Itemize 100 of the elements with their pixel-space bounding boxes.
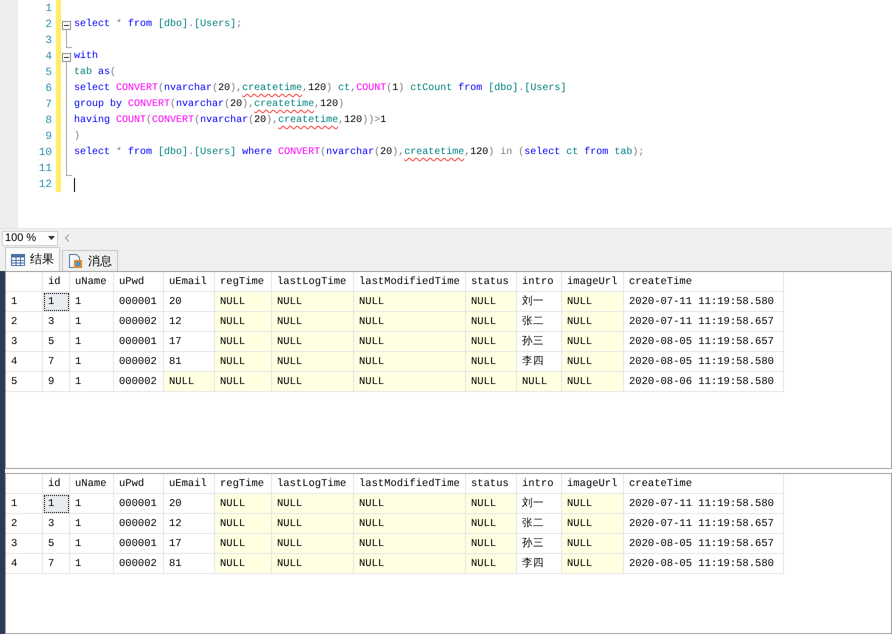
table-cell: NULL bbox=[272, 352, 354, 372]
line-number: 9 bbox=[44, 130, 52, 145]
table-cell: NULL bbox=[215, 514, 272, 534]
table-cell: NULL bbox=[517, 372, 562, 392]
zoom-dropdown[interactable]: 100 % bbox=[2, 230, 58, 246]
table-cell: NULL bbox=[272, 372, 354, 392]
table-cell: NULL bbox=[562, 332, 624, 352]
table-cell: 1 bbox=[70, 514, 114, 534]
table-cell: NULL bbox=[466, 554, 517, 574]
table-cell: 1 bbox=[70, 554, 114, 574]
table-cell: 3 bbox=[43, 514, 70, 534]
row-header[interactable]: 2 bbox=[6, 514, 43, 534]
column-header[interactable]: uPwd bbox=[114, 474, 164, 494]
table-cell: NULL bbox=[215, 292, 272, 312]
table-cell: 000002 bbox=[114, 352, 164, 372]
table-cell: NULL bbox=[466, 514, 517, 534]
table-cell: NULL bbox=[215, 554, 272, 574]
table-cell: 000001 bbox=[114, 292, 164, 312]
table-cell: 2020-07-11 11:19:58.657 bbox=[624, 514, 784, 534]
row-header[interactable]: 3 bbox=[6, 332, 43, 352]
table-cell: NULL bbox=[272, 554, 354, 574]
table-cell: NULL bbox=[562, 312, 624, 332]
table-cell: 000001 bbox=[114, 534, 164, 554]
table-cell: NULL bbox=[272, 332, 354, 352]
results-tab[interactable]: 消息 bbox=[62, 250, 118, 271]
table-cell: NULL bbox=[562, 514, 624, 534]
row-header[interactable]: 3 bbox=[6, 534, 43, 554]
table-cell: NULL bbox=[562, 352, 624, 372]
table-cell: 2020-07-11 11:19:58.580 bbox=[624, 494, 784, 514]
line-number: 2 bbox=[44, 18, 52, 33]
column-header[interactable]: uEmail bbox=[164, 272, 215, 292]
table-cell: 3 bbox=[43, 312, 70, 332]
table-cell: 1 bbox=[70, 352, 114, 372]
line-number: 3 bbox=[44, 34, 52, 49]
table-cell: 1 bbox=[70, 292, 114, 312]
line-number: 8 bbox=[44, 114, 52, 129]
table-cell: NULL bbox=[272, 534, 354, 554]
table-cell: NULL bbox=[354, 312, 466, 332]
table-cell: NULL bbox=[354, 372, 466, 392]
table-cell: NULL bbox=[466, 332, 517, 352]
table-cell: NULL bbox=[466, 534, 517, 554]
grid-corner[interactable] bbox=[6, 474, 43, 494]
results-tab[interactable]: 结果 bbox=[5, 247, 60, 271]
column-header[interactable]: uPwd bbox=[114, 272, 164, 292]
table-cell: 2020-08-05 11:19:58.580 bbox=[624, 554, 784, 574]
table-cell: NULL bbox=[272, 292, 354, 312]
table-cell: NULL bbox=[354, 554, 466, 574]
column-header[interactable]: createTime bbox=[624, 272, 784, 292]
table-cell: 1 bbox=[43, 494, 70, 514]
table-cell: NULL bbox=[466, 372, 517, 392]
column-header[interactable]: intro bbox=[517, 474, 562, 494]
column-header[interactable]: intro bbox=[517, 272, 562, 292]
table-cell: 000002 bbox=[114, 514, 164, 534]
table-cell: 1 bbox=[70, 494, 114, 514]
table-cell: 1 bbox=[70, 534, 114, 554]
table-cell: NULL bbox=[215, 372, 272, 392]
line-number: 4 bbox=[44, 50, 52, 65]
table-cell: NULL bbox=[562, 292, 624, 312]
grid-corner[interactable] bbox=[6, 272, 43, 292]
table-cell: NULL bbox=[215, 332, 272, 352]
table-cell: NULL bbox=[466, 494, 517, 514]
table-cell: NULL bbox=[466, 292, 517, 312]
table-cell: NULL bbox=[215, 494, 272, 514]
code-line: group by CONVERT(nvarchar(20),createtime,120) bbox=[74, 98, 344, 112]
code-line: ) bbox=[74, 130, 80, 144]
table-cell: 000001 bbox=[114, 494, 164, 514]
table-cell: 000001 bbox=[114, 332, 164, 352]
column-header[interactable]: createTime bbox=[624, 474, 784, 494]
table-cell: NULL bbox=[164, 372, 215, 392]
table-cell: 1 bbox=[70, 372, 114, 392]
line-number: 10 bbox=[38, 146, 52, 161]
row-header[interactable]: 2 bbox=[6, 312, 43, 332]
row-header[interactable]: 4 bbox=[6, 554, 43, 574]
line-number: 12 bbox=[38, 178, 52, 193]
column-header[interactable]: uName bbox=[70, 272, 114, 292]
table-cell: NULL bbox=[354, 514, 466, 534]
table-cell: 7 bbox=[43, 352, 70, 372]
row-header[interactable]: 4 bbox=[6, 352, 43, 372]
table-cell: 2020-08-05 11:19:58.657 bbox=[624, 534, 784, 554]
chevron-left-icon[interactable] bbox=[64, 234, 70, 242]
table-cell: 2020-07-11 11:19:58.580 bbox=[624, 292, 784, 312]
code-line: having COUNT(CONVERT(nvarchar(20),createtime,120))>1 bbox=[74, 114, 386, 128]
code-line: select CONVERT(nvarchar(20),createtime,120) ct,COUNT(1) ctCount from [dbo].[Users] bbox=[74, 82, 566, 96]
line-number: 5 bbox=[44, 66, 52, 81]
code-line: select * from [dbo].[Users]; bbox=[74, 18, 242, 32]
table-cell: NULL bbox=[562, 372, 624, 392]
table-cell: NULL bbox=[215, 352, 272, 372]
table-cell: NULL bbox=[272, 312, 354, 332]
column-header[interactable]: uName bbox=[70, 474, 114, 494]
table-cell: NULL bbox=[272, 494, 354, 514]
line-number: 7 bbox=[44, 98, 52, 113]
table-cell: NULL bbox=[562, 534, 624, 554]
table-cell: 2020-07-11 11:19:58.657 bbox=[624, 312, 784, 332]
line-number: 11 bbox=[38, 162, 52, 177]
code-line: with bbox=[74, 50, 98, 64]
row-header[interactable]: 5 bbox=[6, 372, 43, 392]
column-header[interactable]: uEmail bbox=[164, 474, 215, 494]
table-cell: 9 bbox=[43, 372, 70, 392]
table-cell: 2020-08-06 11:19:58.580 bbox=[624, 372, 784, 392]
line-number: 6 bbox=[44, 82, 52, 97]
